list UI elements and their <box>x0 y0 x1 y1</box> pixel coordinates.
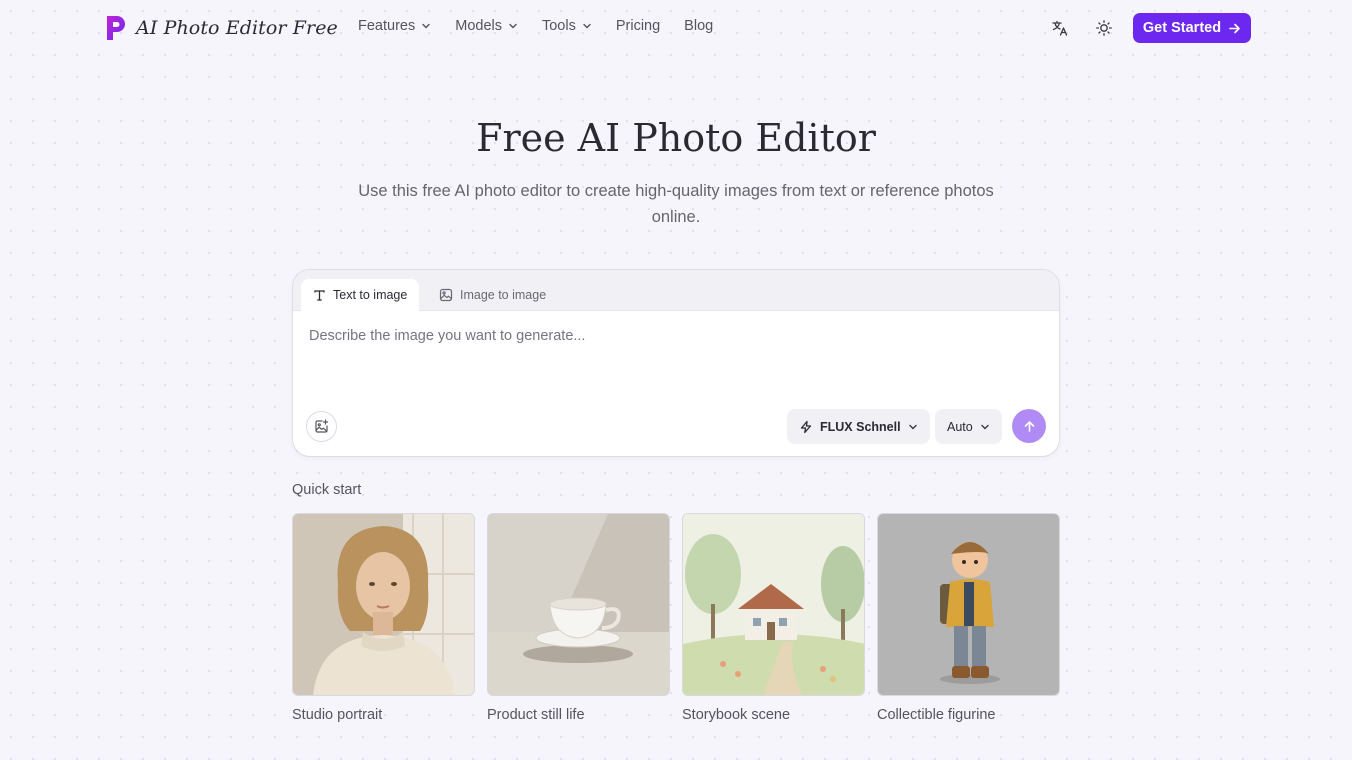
tab-text-to-image-label: Text to image <box>333 288 408 302</box>
mode-tabs: Text to image Image to image <box>293 270 1059 311</box>
theme-toggle[interactable] <box>1092 16 1116 40</box>
language-button[interactable] <box>1048 16 1072 40</box>
quick-start-card-studio-portrait[interactable]: Studio portrait <box>292 513 475 723</box>
page-subtitle: Use this free AI photo editor to create … <box>358 182 994 226</box>
brand-logo[interactable]: AI Photo Editor Free <box>104 14 338 42</box>
nav-models-label: Models <box>455 18 502 34</box>
aspect-select[interactable]: Auto <box>935 409 1002 444</box>
brand-name: AI Photo Editor Free <box>136 17 338 39</box>
nav-tools-label: Tools <box>541 18 576 34</box>
sun-icon <box>1096 20 1112 36</box>
chevron-down-icon <box>422 23 430 29</box>
chevron-down-icon <box>908 424 917 429</box>
page-title: Free AI Photo Editor <box>476 116 876 160</box>
nav-pricing[interactable]: Pricing <box>616 18 660 34</box>
tab-image-to-image-label: Image to image <box>460 288 547 302</box>
card-label: Product still life <box>487 707 585 723</box>
chevron-down-icon <box>509 23 517 29</box>
translate-icon <box>1052 20 1068 36</box>
chevron-down-icon <box>981 424 989 429</box>
nav-features[interactable]: Features <box>358 18 431 34</box>
model-select-value: FLUX Schnell <box>820 419 901 434</box>
card-label: Storybook scene <box>682 707 791 723</box>
logo-icon <box>107 16 125 40</box>
generate-button[interactable] <box>1012 409 1046 443</box>
nav-features-label: Features <box>358 18 416 34</box>
main-nav: Features Models Tools Pricing Blog <box>358 18 713 34</box>
nav-tools[interactable]: Tools <box>542 18 592 34</box>
model-select[interactable]: FLUX Schnell <box>787 409 930 444</box>
nav-blog-label: Blog <box>684 18 714 34</box>
image-icon <box>439 288 453 302</box>
card-label: Studio portrait <box>292 707 383 723</box>
nav-blog[interactable]: Blog <box>684 18 713 34</box>
studio-portrait-image <box>292 513 475 696</box>
arrow-up-icon <box>1024 420 1034 432</box>
lightning-icon <box>800 420 812 433</box>
chevron-down-icon <box>583 23 591 29</box>
quick-start-card-product-still-life[interactable]: Product still life <box>487 513 670 723</box>
get-started-label: Get Started <box>1142 20 1222 36</box>
quick-start-card-collectible-figurine[interactable]: Collectible figurine <box>877 513 1060 723</box>
storybook-scene-image <box>682 513 865 696</box>
collectible-figurine-image <box>877 513 1060 696</box>
nav-pricing-label: Pricing <box>615 18 661 34</box>
text-icon <box>314 289 325 301</box>
image-add-icon <box>315 419 329 433</box>
card-label: Collectible figurine <box>877 707 996 723</box>
get-started-button[interactable]: Get Started <box>1133 13 1251 43</box>
prompt-input[interactable] <box>309 328 1039 344</box>
nav-models[interactable]: Models <box>455 18 518 34</box>
arrow-right-icon <box>1229 23 1240 33</box>
site-header: AI Photo Editor Free Features Models Too… <box>0 0 1352 56</box>
quick-start-heading: Quick start <box>292 482 362 498</box>
quick-start-card-storybook-scene[interactable]: Storybook scene <box>682 513 865 723</box>
upload-image-button[interactable] <box>306 411 337 442</box>
tab-text-to-image[interactable]: Text to image <box>301 279 420 311</box>
product-still-life-image <box>487 513 670 696</box>
tab-image-to-image[interactable]: Image to image <box>427 279 558 311</box>
aspect-select-value: Auto <box>947 419 973 434</box>
prompt-composer: Text to image Image to image FLUX Schnel… <box>292 269 1060 457</box>
